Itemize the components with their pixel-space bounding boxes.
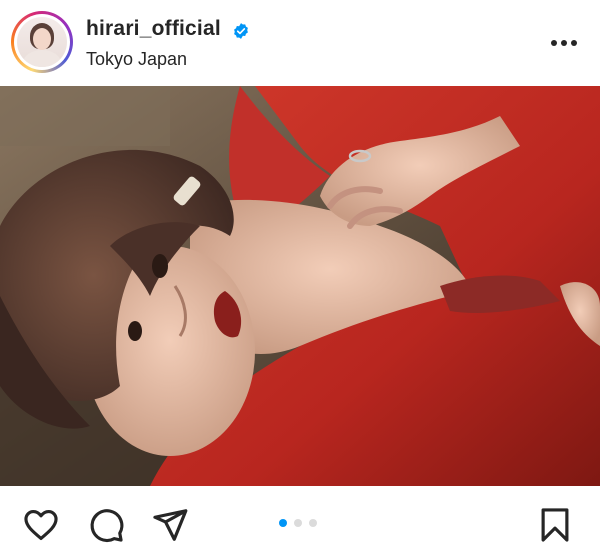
save-button[interactable] <box>536 506 574 544</box>
avatar-face <box>33 28 51 50</box>
more-options-icon[interactable] <box>548 33 580 53</box>
like-button[interactable] <box>22 506 60 544</box>
share-button[interactable] <box>151 506 189 544</box>
post-header: hirari_official Tokyo Japan <box>0 0 600 86</box>
avatar[interactable] <box>17 17 67 67</box>
post-photo[interactable] <box>0 86 600 486</box>
story-ring[interactable] <box>11 11 73 73</box>
username-link[interactable]: hirari_official <box>86 17 221 41</box>
avatar-border <box>14 14 70 70</box>
carousel-dot[interactable] <box>294 519 302 527</box>
carousel-dot-active[interactable] <box>279 519 287 527</box>
avatar-shoulders <box>23 50 61 67</box>
instagram-post: hirari_official Tokyo Japan <box>0 0 600 550</box>
comment-button[interactable] <box>87 506 125 544</box>
photo-illustration <box>0 86 600 486</box>
verified-badge-icon <box>234 23 248 39</box>
carousel-dot[interactable] <box>309 519 317 527</box>
location-link[interactable]: Tokyo Japan <box>86 49 187 70</box>
